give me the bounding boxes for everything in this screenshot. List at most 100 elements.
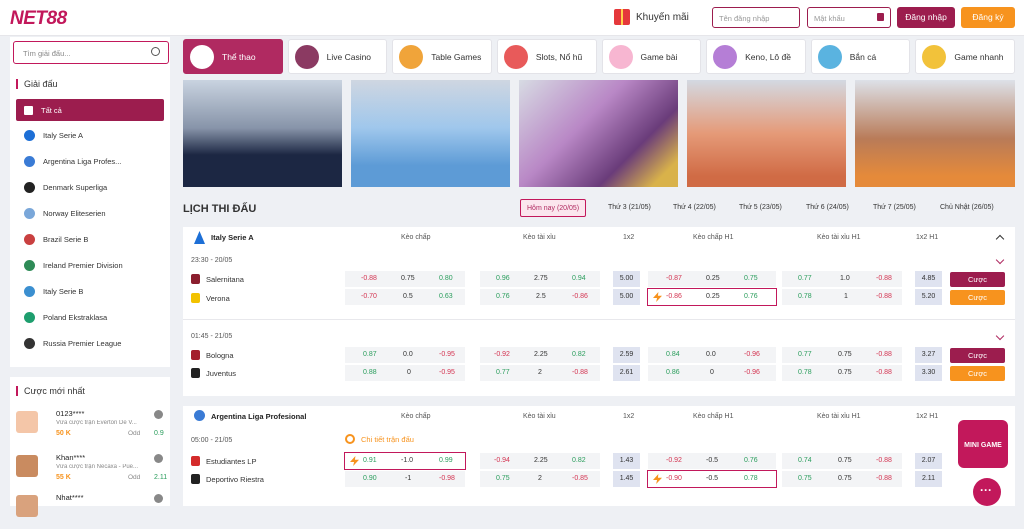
tab-day[interactable]: Thứ 4 (22/05) — [673, 199, 716, 217]
odds-cell[interactable]: 0.88 0 -0.95 — [345, 365, 465, 381]
tab-day[interactable]: Thứ 7 (25/05) — [873, 199, 916, 217]
league-item[interactable]: Italy Serie B — [16, 280, 164, 302]
odds-cell[interactable]: 0.77 2 -0.88 — [480, 365, 600, 381]
league-item[interactable]: Denmark Superliga — [16, 176, 164, 198]
league-item[interactable]: Norway Eliteserien — [16, 202, 164, 224]
odds-1x2[interactable]: 4.85 — [915, 271, 942, 287]
odds-cell[interactable]: 0.74 0.75 -0.88 — [782, 453, 902, 469]
banner-image[interactable] — [351, 80, 510, 187]
tab-day[interactable]: Hôm nay (20/05) — [520, 199, 587, 217]
league-search-input[interactable]: Tìm giải đấu... — [13, 41, 169, 64]
odds-cell[interactable]: -0.88 0.75 0.80 — [345, 271, 465, 287]
tab-fishing[interactable]: Bắn cá — [810, 39, 911, 74]
cards-icon — [399, 44, 424, 69]
tab-fast-games[interactable]: Game nhanh — [915, 39, 1015, 74]
odds-cell[interactable]: -0.70 0.5 0.63 — [345, 289, 465, 305]
promo-link[interactable]: Khuyến mãi — [614, 9, 689, 25]
banner-image[interactable] — [183, 80, 342, 187]
team-name: Deportivo Riestra — [206, 474, 264, 484]
odds-value: 0.99 — [439, 457, 453, 464]
odds-line: 0 — [407, 369, 411, 376]
odds-value: -0.88 — [876, 475, 892, 482]
banner-image[interactable] — [855, 80, 1015, 187]
expand-icon[interactable] — [995, 331, 1005, 341]
bet-button[interactable]: Cược — [950, 348, 1005, 363]
mini-game-button[interactable]: MINI GAME — [958, 420, 1008, 468]
tab-live-casino[interactable]: Live Casino — [287, 39, 388, 74]
odds-cell[interactable]: 0.77 1.0 -0.88 — [782, 271, 902, 287]
league-item[interactable]: Italy Serie A — [16, 124, 164, 146]
odds-cell[interactable]: 0.96 2.75 0.94 — [480, 271, 600, 287]
odds-1x2[interactable]: 5.20 — [915, 289, 942, 305]
odds-1x2[interactable]: 2.11 — [915, 471, 942, 487]
search-icon[interactable] — [151, 47, 160, 56]
odds-value: 0.75 — [744, 275, 758, 282]
odds-cell[interactable]: 0.87 0.0 -0.95 — [345, 347, 465, 363]
bet-button[interactable]: Cược — [950, 290, 1005, 305]
expand-icon[interactable] — [995, 255, 1005, 265]
bet-button[interactable]: Cược — [950, 272, 1005, 287]
tab-sports[interactable]: Thể thao — [183, 39, 283, 74]
tab-table-games[interactable]: Table Games — [392, 39, 492, 74]
odds-line: 0.25 — [706, 275, 720, 282]
password-input[interactable]: Mật khẩu — [807, 7, 891, 28]
username-input[interactable]: Tên đăng nhập — [712, 7, 800, 28]
tab-day[interactable]: Thứ 3 (21/05) — [608, 199, 651, 217]
tab-keno[interactable]: Keno, Lô đề — [706, 39, 806, 74]
league-header[interactable]: Argentina Liga Profesional Kèo chấp Kèo … — [183, 406, 1015, 428]
banner-image[interactable] — [519, 80, 678, 187]
tab-day[interactable]: Chủ Nhật (26/05) — [940, 199, 994, 217]
chat-icon[interactable] — [973, 478, 1001, 506]
tab-day[interactable]: Thứ 5 (23/05) — [739, 199, 782, 217]
odds-1x2[interactable]: 2.59 — [613, 347, 640, 363]
register-button[interactable]: Đăng ký — [961, 7, 1015, 28]
team-crest-icon — [191, 274, 200, 284]
league-item[interactable]: Argentina Liga Profes... — [16, 150, 164, 172]
banner-image[interactable] — [687, 80, 846, 187]
odds-cell[interactable]: -0.86 0.25 0.76 — [647, 288, 777, 306]
odds-cell[interactable]: 0.86 0 -0.96 — [648, 365, 776, 381]
bet-button[interactable]: Cược — [950, 366, 1005, 381]
tab-slots[interactable]: Slots, Nổ hũ — [496, 39, 597, 74]
odds-cell[interactable]: -0.92 -0.5 0.76 — [648, 453, 776, 469]
league-item[interactable]: Brazil Serie B — [16, 228, 164, 250]
odds-cell[interactable]: 0.78 0.75 -0.88 — [782, 365, 902, 381]
collapse-icon[interactable] — [995, 234, 1005, 244]
league-item[interactable]: Russia Premier League — [16, 332, 164, 354]
odds-1x2[interactable]: 3.30 — [915, 365, 942, 381]
odds-cell[interactable]: 0.91 -1.0 0.99 — [344, 452, 466, 470]
league-item[interactable]: Ireland Premier Division — [16, 254, 164, 276]
odds-1x2[interactable]: 2.07 — [915, 453, 942, 469]
odds-cell[interactable]: 0.75 0.75 -0.88 — [782, 471, 902, 487]
odds-line: 0.75 — [838, 369, 852, 376]
odds-value: 0.74 — [798, 457, 812, 464]
odds-cell[interactable]: 0.78 1 -0.88 — [782, 289, 902, 305]
odds-1x2[interactable]: 3.27 — [915, 347, 942, 363]
logo[interactable]: NET88 — [10, 8, 67, 30]
odds-1x2[interactable]: 2.61 — [613, 365, 640, 381]
list-item: Khan**** Vừa cược trận Necaxa - Pue... 5… — [16, 451, 167, 489]
odds-1x2[interactable]: 5.00 — [613, 271, 640, 287]
tab-day[interactable]: Thứ 6 (24/05) — [806, 199, 849, 217]
league-item-all[interactable]: Tất cả — [16, 99, 164, 121]
odds-cell[interactable]: 0.84 0.0 -0.96 — [648, 347, 776, 363]
odds-cell[interactable]: 0.77 0.75 -0.88 — [782, 347, 902, 363]
tab-card-games[interactable]: Game bài — [601, 39, 702, 74]
odds-cell[interactable]: -0.90 -0.5 0.78 — [647, 470, 777, 488]
login-button[interactable]: Đăng nhập — [897, 7, 955, 28]
odds-cell[interactable]: 0.75 2 -0.85 — [480, 471, 600, 487]
odds-value: 0.76 — [744, 293, 758, 300]
match-detail-link[interactable]: Chi tiết trận đấu — [345, 434, 414, 444]
league-item[interactable]: Poland Ekstraklasa — [16, 306, 164, 328]
odds-cell[interactable]: 0.76 2.5 -0.86 — [480, 289, 600, 305]
odds-cell[interactable]: -0.94 2.25 0.82 — [480, 453, 600, 469]
league-header[interactable]: Italy Serie A Kèo chấp Kèo tài xỉu 1x2 K… — [183, 227, 1015, 249]
odds-cell[interactable]: 0.90 -1 -0.98 — [345, 471, 465, 487]
odds-1x2[interactable]: 1.45 — [613, 471, 640, 487]
odds-line: 0.25 — [706, 293, 720, 300]
odds-1x2[interactable]: 1.43 — [613, 453, 640, 469]
odds-1x2[interactable]: 5.00 — [613, 289, 640, 305]
odds-cell[interactable]: -0.92 2.25 0.82 — [480, 347, 600, 363]
odds-value: 0.77 — [496, 369, 510, 376]
odds-cell[interactable]: -0.87 0.25 0.75 — [648, 271, 776, 287]
